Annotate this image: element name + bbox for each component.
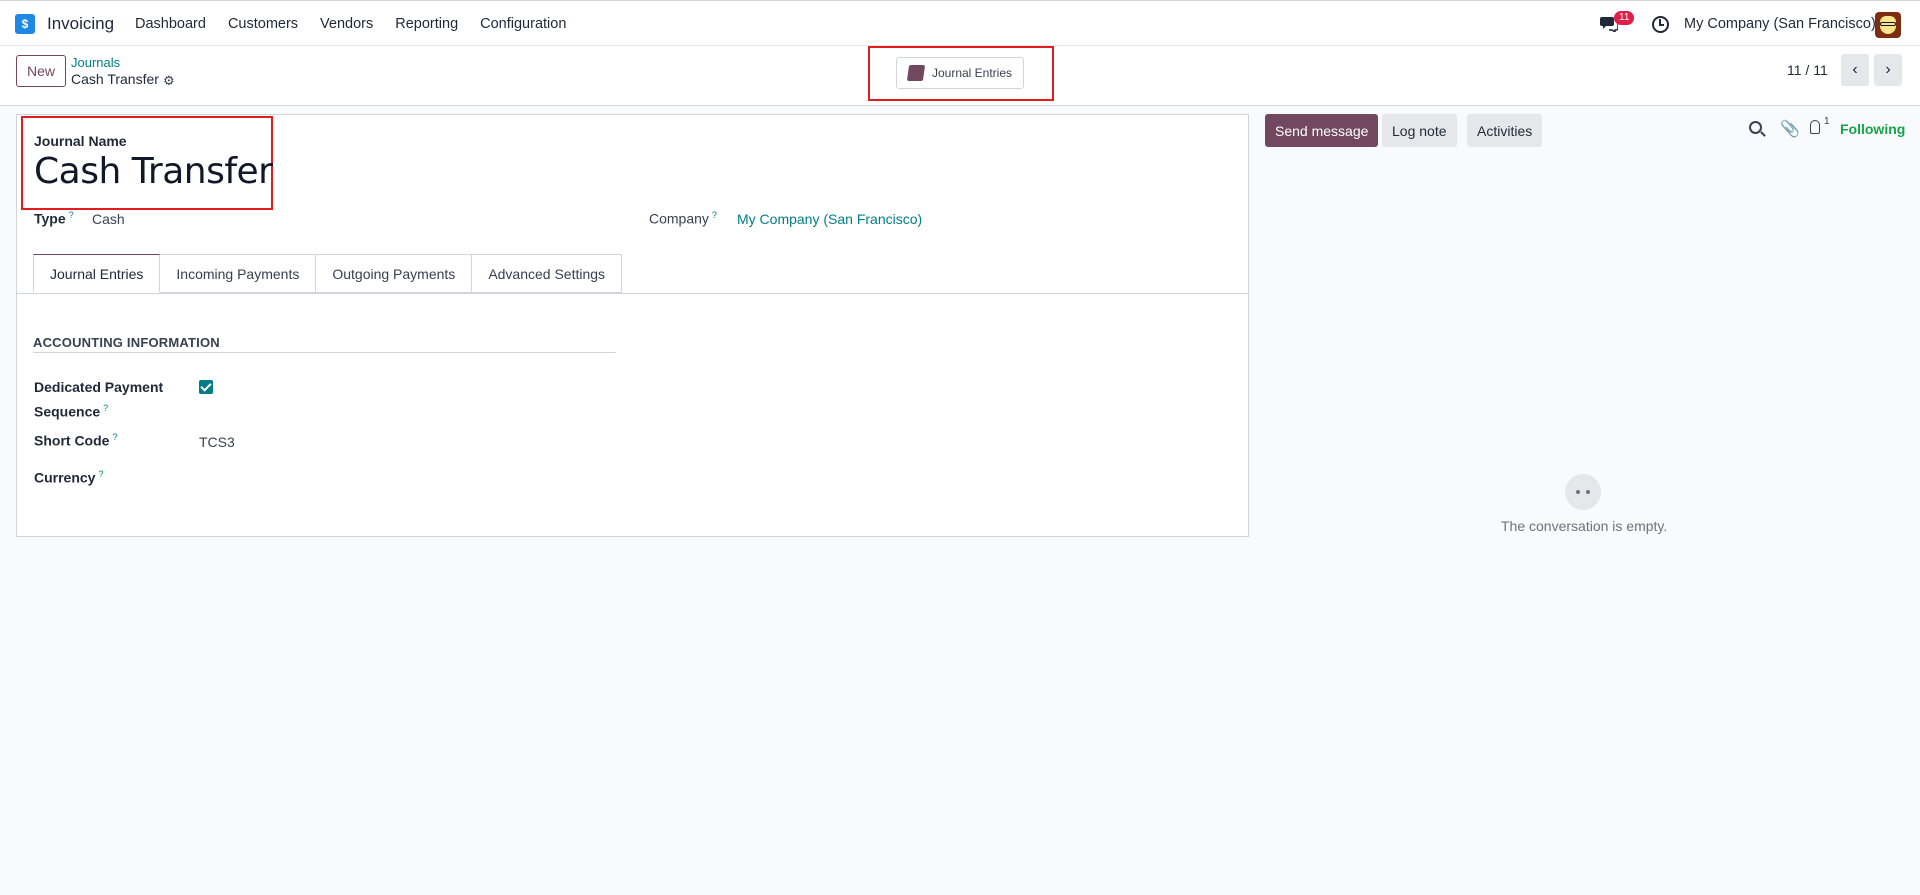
menu-item-configuration[interactable]: Configuration [480,16,566,32]
dedicated-help-icon[interactable]: ? [103,403,108,413]
short-code-label-text: Short Code [34,432,110,449]
main-menu: Dashboard Customers Vendors Reporting Co… [135,16,588,32]
smart-button-highlight: Journal Entries [868,46,1054,101]
menu-item-vendors[interactable]: Vendors [320,16,373,32]
new-button[interactable]: New [16,55,67,87]
breadcrumb-journals[interactable]: Journals [71,55,120,70]
currency-label-text: Currency [34,469,96,486]
avatar-glasses [1880,22,1896,26]
short-code-field[interactable]: TCS3 [199,434,235,450]
pager-next-button[interactable]: › [1874,54,1902,86]
activities-button[interactable]: Activities [1467,114,1543,147]
menu-item-reporting[interactable]: Reporting [395,16,458,32]
following-button[interactable]: Following [1840,121,1905,137]
form-tabs: Journal Entries Incoming Payments Outgoi… [33,254,623,293]
log-note-button[interactable]: Log note [1382,114,1457,147]
search-icon[interactable] [1749,121,1762,134]
empty-conversation-icon [1565,474,1601,510]
short-code-help-icon[interactable]: ? [112,432,117,442]
journal-entries-smart-button[interactable]: Journal Entries [896,57,1024,89]
breadcrumb-current: Cash Transfer [71,71,159,87]
company-help-icon[interactable]: ? [712,210,717,220]
book-icon [906,65,926,81]
tab-outgoing-payments[interactable]: Outgoing Payments [316,254,473,293]
pager-previous-button[interactable]: ‹ [1841,54,1869,86]
top-navbar: $ Invoicing Dashboard Customers Vendors … [0,0,1920,46]
send-message-button[interactable]: Send message [1265,114,1379,147]
section-divider [33,352,616,353]
journal-name-field[interactable]: Cash Transfer [34,151,273,192]
dedicated-label-line1: Dedicated Payment [34,379,164,395]
company-switcher[interactable]: My Company (San Francisco) [1684,16,1876,32]
tab-incoming-payments[interactable]: Incoming Payments [160,254,317,293]
tab-journal-entries[interactable]: Journal Entries [33,254,161,293]
empty-conversation-text: The conversation is empty. [1501,518,1668,534]
clock-icon[interactable] [1652,16,1669,33]
pager-value[interactable]: 11 / 11 [1787,62,1828,78]
tab-divider [17,293,1248,294]
type-label-text: Type [34,210,66,227]
type-help-icon[interactable]: ? [69,210,74,220]
follower-icon[interactable] [1810,120,1820,134]
short-code-label: Short Code? [34,432,117,449]
company-field[interactable]: My Company (San Francisco) [737,211,922,227]
form-sheet: Journal Name Cash Transfer Type? Cash Co… [16,114,1249,537]
app-name[interactable]: Invoicing [47,14,114,34]
currency-help-icon[interactable]: ? [98,469,103,479]
smart-button-label: Journal Entries [931,66,1013,80]
company-label-text: Company [649,210,709,227]
type-label: Type? [34,210,74,227]
avatar[interactable] [1875,12,1901,38]
chat-count-badge: 11 [1614,11,1635,25]
journal-name-label: Journal Name [34,133,127,149]
menu-item-dashboard[interactable]: Dashboard [135,16,206,32]
tab-advanced-settings[interactable]: Advanced Settings [472,254,623,293]
paperclip-icon[interactable]: 📎 [1780,119,1800,139]
section-title: ACCOUNTING INFORMATION [33,335,220,350]
dedicated-label-line2: Sequence [34,403,101,420]
menu-item-customers[interactable]: Customers [228,16,298,32]
control-panel: New Journals Cash Transfer ⚙ Journal Ent… [0,46,1920,106]
type-field[interactable]: Cash [92,211,125,227]
follower-count: 1 [1824,116,1830,127]
company-label: Company? [649,210,717,227]
gear-icon[interactable]: ⚙ [163,73,175,89]
dedicated-payment-checkbox[interactable] [199,380,213,394]
dedicated-payment-label: Dedicated Payment Sequence? [34,377,163,423]
currency-label: Currency? [34,469,103,486]
app-logo-icon[interactable]: $ [15,14,38,37]
